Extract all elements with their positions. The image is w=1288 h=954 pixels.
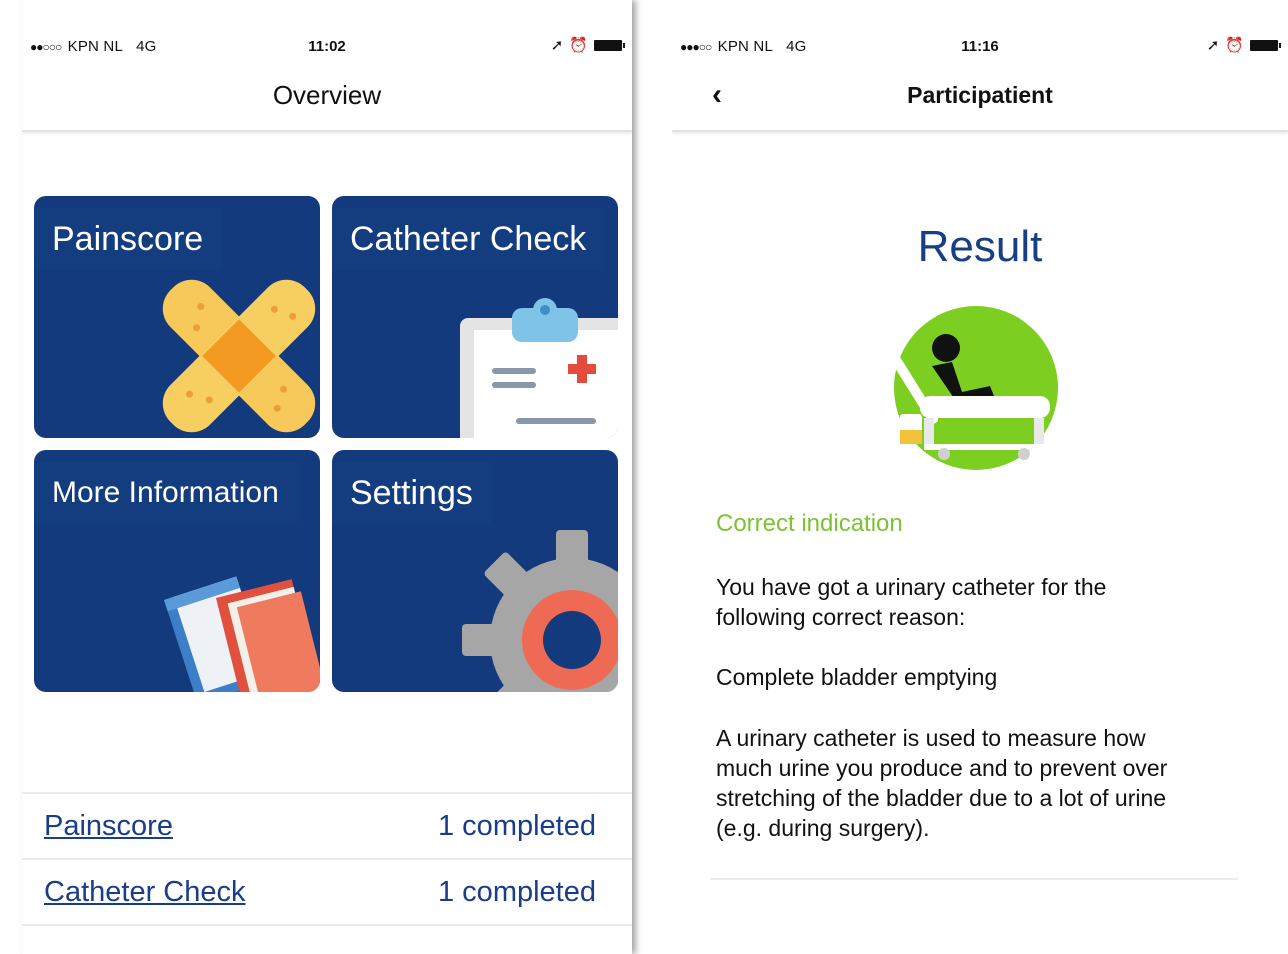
painscore-link[interactable]: Painscore xyxy=(44,810,173,843)
tile-more-information[interactable]: More Information xyxy=(34,450,320,692)
tile-catheter-check[interactable]: Catheter Check xyxy=(332,196,618,438)
tile-settings[interactable]: Settings xyxy=(332,450,618,692)
nav-bar: Overview xyxy=(22,66,632,132)
page-title: Overview xyxy=(272,80,382,110)
result-screen: ●●●○○ KPN NL 4G 11:16 ➚ ⏰ ‹ Participatie… xyxy=(672,0,1288,954)
text-line: (e.g. during surgery). xyxy=(716,815,930,841)
text-line: You have got a urinary catheter for the xyxy=(716,574,1107,600)
catheter-check-link[interactable]: Catheter Check xyxy=(44,876,246,909)
reason-intro: You have got a urinary catheter for the … xyxy=(716,572,1106,632)
battery-icon xyxy=(594,39,625,51)
status-bar: ●●○○○ KPN NL 4G 11:02 ➚ ⏰ xyxy=(22,30,632,64)
explanation-text: A urinary catheter is used to measure ho… xyxy=(716,723,1167,843)
result-heading: Result xyxy=(917,222,1043,271)
list-item: Painscore 1 completed xyxy=(22,794,632,860)
status-bar: ●●●○○ KPN NL 4G 11:16 ➚ ⏰ xyxy=(672,30,1288,64)
alarm-icon: ⏰ xyxy=(1225,37,1244,54)
gear-icon xyxy=(462,530,618,692)
page-title: Participatient xyxy=(907,82,1053,108)
location-icon: ➚ xyxy=(1206,37,1220,54)
status-time: 11:16 xyxy=(961,38,999,55)
summary-list: Painscore 1 completed Catheter Check 1 c… xyxy=(22,792,632,926)
overview-screen: ●●○○○ KPN NL 4G 11:02 ➚ ⏰ Overview Pains… xyxy=(22,0,632,954)
indication-label: Correct indication xyxy=(716,510,903,537)
tile-painscore[interactable]: Painscore xyxy=(34,196,320,438)
location-icon: ➚ xyxy=(550,37,564,54)
status-time: 11:02 xyxy=(308,38,346,55)
text-line: much urine you produce and to prevent ov… xyxy=(716,755,1168,781)
text-line: stretching of the bladder due to a lot o… xyxy=(716,785,1167,811)
clipboard-icon xyxy=(460,298,618,438)
alarm-icon: ⏰ xyxy=(569,37,588,54)
completed-count: 1 completed xyxy=(438,876,596,908)
status-icons: ➚ ⏰ xyxy=(550,36,625,54)
list-item: Catheter Check 1 completed xyxy=(22,860,632,926)
battery-icon xyxy=(1250,39,1281,51)
bandage-icon xyxy=(162,279,316,433)
text-line: following correct reason: xyxy=(716,604,966,630)
nav-bar: ‹ Participatient xyxy=(672,66,1288,132)
status-icons: ➚ ⏰ xyxy=(1206,36,1281,54)
divider xyxy=(710,878,1238,880)
text-line: A urinary catheter is used to measure ho… xyxy=(716,725,1146,751)
books-icon xyxy=(164,576,320,692)
reason-text: Complete bladder emptying xyxy=(716,664,998,690)
completed-count: 1 completed xyxy=(438,810,596,842)
patient-bed-icon xyxy=(886,306,1058,470)
